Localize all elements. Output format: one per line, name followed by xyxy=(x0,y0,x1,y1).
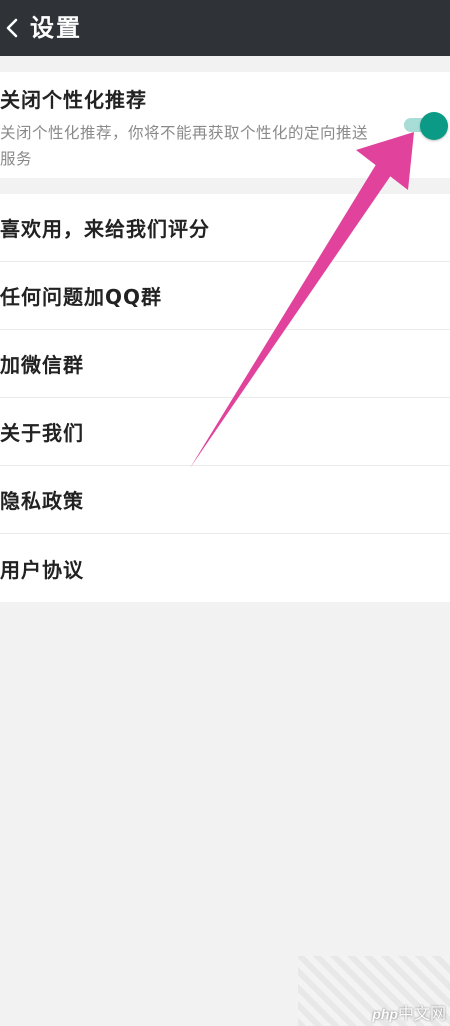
settings-item-qq-group[interactable]: 任何问题加QQ群 xyxy=(0,262,450,330)
settings-item-label: 用户协议 xyxy=(0,557,84,582)
settings-item-label: 隐私政策 xyxy=(0,489,84,513)
settings-item-privacy[interactable]: 隐私政策 xyxy=(0,466,450,534)
toggle-knob xyxy=(420,112,448,140)
watermark-text: php中文网 xyxy=(372,1000,446,1024)
watermark-logo: php xyxy=(372,1006,398,1022)
personalization-description: 关闭个性化推荐，你将不能再获取个性化的定向推送服务 xyxy=(0,124,369,168)
settings-list: 喜欢用，来给我们评分 任何问题加QQ群 加微信群 关于我们 隐私政策 用户协议 xyxy=(0,194,450,602)
back-button[interactable] xyxy=(0,0,24,56)
settings-item-label: 关于我们 xyxy=(0,421,84,445)
watermark-site: 中文网 xyxy=(397,1006,446,1023)
personalization-card: 关闭个性化推荐 关闭个性化推荐，你将不能再获取个性化的定向推送服务 xyxy=(0,72,450,178)
personalization-title: 关闭个性化推荐 xyxy=(0,88,147,112)
settings-item-about[interactable]: 关于我们 xyxy=(0,398,450,466)
personalization-toggle[interactable] xyxy=(404,112,448,140)
settings-item-user-agreement[interactable]: 用户协议 xyxy=(0,534,450,602)
settings-item-wechat-group[interactable]: 加微信群 xyxy=(0,330,450,398)
settings-item-label: 任何问题加QQ群 xyxy=(0,285,163,309)
app-header: 设置 xyxy=(0,0,450,56)
watermark: php中文网 xyxy=(298,956,450,1026)
settings-item-label: 喜欢用，来给我们评分 xyxy=(0,217,210,241)
settings-item-label: 加微信群 xyxy=(0,353,84,377)
page-title: 设置 xyxy=(30,14,82,42)
settings-item-rate[interactable]: 喜欢用，来给我们评分 xyxy=(0,194,450,262)
chevron-left-icon xyxy=(6,18,18,38)
